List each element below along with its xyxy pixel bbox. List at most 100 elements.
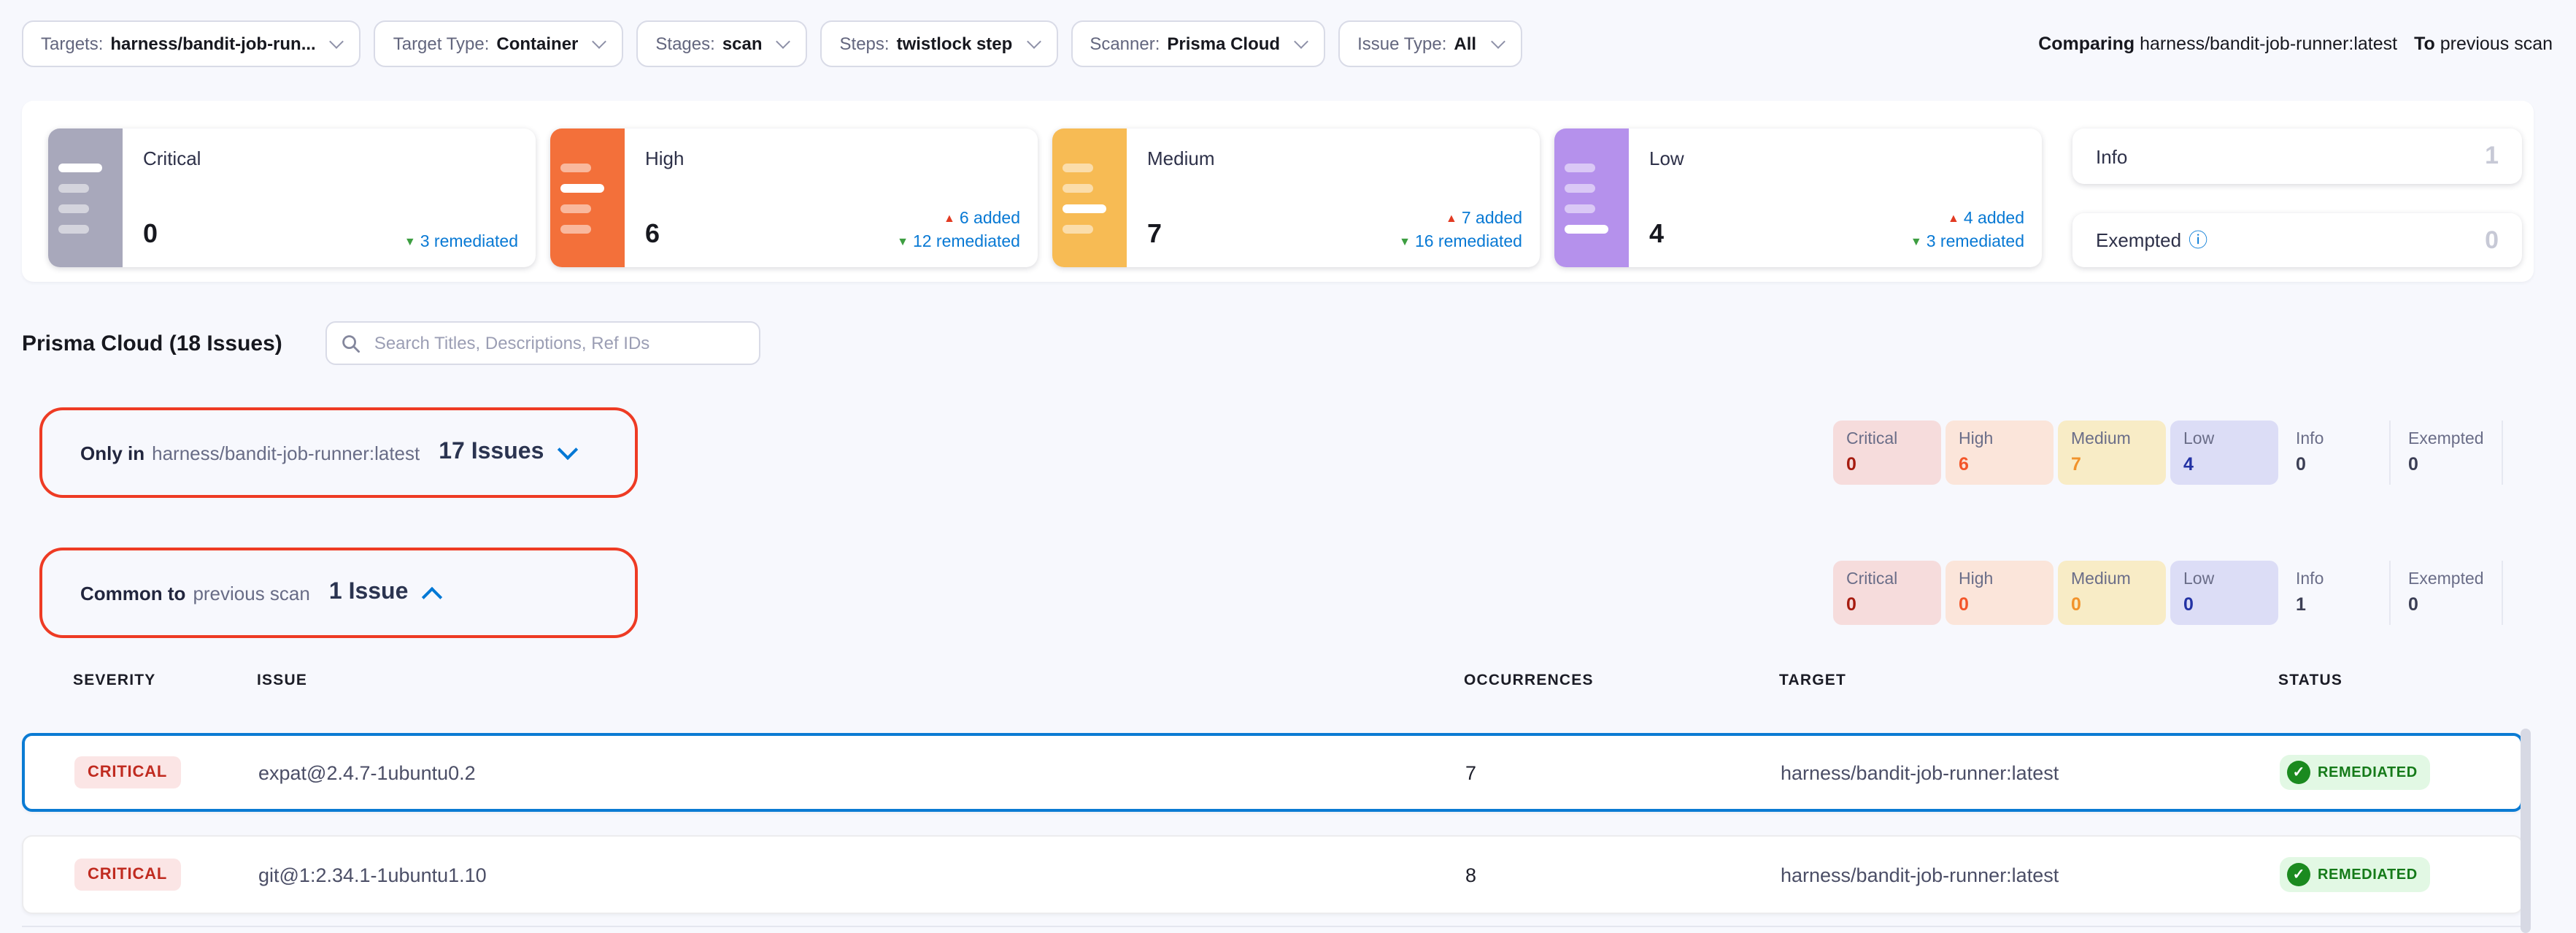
- status-badge: ✓ REMEDIATED: [2280, 755, 2431, 790]
- severity-card-low[interactable]: Low 4 ▲4 added ▼3 remediated: [1554, 128, 2042, 267]
- filter-label: Scanner:: [1090, 34, 1160, 54]
- chip-exempted: Exempted 0: [2395, 561, 2503, 625]
- chevron-down-icon: [1026, 34, 1041, 49]
- filter-targets[interactable]: Targets: harness/bandit-job-run...: [22, 20, 361, 67]
- group-prefix: Only in: [80, 442, 144, 464]
- severity-name: Critical: [143, 147, 515, 169]
- exempted-card[interactable]: Exempted ⓘ 0: [2072, 213, 2522, 267]
- comparing-target: harness/bandit-job-runner:latest: [2140, 34, 2397, 54]
- table-row[interactable]: CRITICAL expat@2.4.7-1ubuntu0.2 7 harnes…: [22, 733, 2523, 812]
- col-occurrences: OCCURRENCES: [1464, 672, 1779, 689]
- chip-critical: Critical 0: [1833, 561, 1941, 625]
- chip-exempted: Exempted 0: [2395, 421, 2503, 485]
- comparing-to-label: To: [2414, 34, 2435, 54]
- severity-card-medium[interactable]: Medium 7 ▲7 added ▼16 remediated: [1052, 128, 1540, 267]
- filter-label: Steps:: [840, 34, 890, 54]
- chip-critical: Critical 0: [1833, 421, 1941, 485]
- caret-down-remediated-icon: ▼: [897, 235, 909, 248]
- comparing-summary: Comparing harness/bandit-job-runner:late…: [2038, 34, 2554, 54]
- caret-down-remediated-icon: ▼: [1910, 235, 1922, 248]
- caret-down-remediated-icon: ▼: [1399, 235, 1411, 248]
- issues-table: CRITICAL expat@2.4.7-1ubuntu0.2 7 harnes…: [22, 733, 2523, 914]
- exempted-label: Exempted: [2096, 229, 2181, 251]
- chip-medium: Medium 7: [2058, 421, 2166, 485]
- added-delta: 4 added: [1964, 210, 2024, 228]
- chevron-down-icon[interactable]: [557, 439, 577, 459]
- caret-down-remediated-icon: ▼: [404, 235, 416, 248]
- filter-label: Stages:: [655, 34, 714, 54]
- col-target: TARGET: [1779, 672, 2278, 689]
- chevron-down-icon: [1294, 34, 1308, 49]
- col-issue: ISSUE: [257, 672, 1464, 689]
- row-divider: [22, 926, 2523, 927]
- target-cell: harness/bandit-job-runner:latest: [1781, 761, 2280, 783]
- table-header: SEVERITY ISSUE OCCURRENCES TARGET STATUS: [73, 672, 2523, 689]
- added-delta: 7 added: [1462, 210, 1522, 228]
- issue-cell: expat@2.4.7-1ubuntu0.2: [258, 761, 1465, 783]
- group-scope: previous scan: [193, 582, 309, 604]
- target-cell: harness/bandit-job-runner:latest: [1781, 864, 2280, 886]
- filter-target-type[interactable]: Target Type: Container: [374, 20, 624, 67]
- comparing-baseline: previous scan: [2440, 34, 2553, 54]
- filter-value: Prisma Cloud: [1167, 34, 1280, 54]
- chevron-up-icon[interactable]: [421, 586, 441, 607]
- issue-cell: git@1:2.34.1-1ubuntu1.10: [258, 864, 1465, 886]
- col-status: STATUS: [2278, 672, 2523, 689]
- chip-medium: Medium 0: [2058, 561, 2166, 625]
- filter-label: Target Type:: [393, 34, 490, 54]
- vertical-scrollbar[interactable]: [2521, 729, 2531, 933]
- severity-summary-panel: Critical 0 ▼3 remediated High 6 ▲6 added…: [22, 101, 2534, 282]
- severity-badge: CRITICAL: [74, 859, 180, 891]
- chip-low: Low 0: [2170, 561, 2278, 625]
- annotation-highlight: Common to previous scan 1 Issue: [39, 548, 638, 638]
- table-row[interactable]: CRITICAL git@1:2.34.1-1ubuntu1.10 8 harn…: [22, 835, 2523, 914]
- status-badge: ✓ REMEDIATED: [2280, 857, 2431, 892]
- info-card[interactable]: Info 1: [2072, 128, 2522, 184]
- chip-low: Low 4: [2170, 421, 2278, 485]
- chip-high: High 6: [1946, 421, 2054, 485]
- severity-count: 7: [1147, 219, 1162, 250]
- annotation-highlight: Only in harness/bandit-job-runner:latest…: [39, 407, 638, 498]
- severity-name: Medium: [1147, 147, 1519, 169]
- filter-bar: Targets: harness/bandit-job-run... Targe…: [0, 0, 2576, 67]
- check-icon: ✓: [2287, 761, 2310, 784]
- severity-count: 4: [1649, 219, 1664, 250]
- severity-count: 0: [143, 219, 158, 250]
- severity-gauge-icon: [550, 128, 625, 267]
- filter-label: Issue Type:: [1357, 34, 1446, 54]
- group-count[interactable]: 17 Issues: [439, 439, 544, 466]
- chip-high: High 0: [1946, 561, 2054, 625]
- exempted-count: 0: [2485, 226, 2499, 255]
- scan-results-page: Targets: harness/bandit-job-run... Targe…: [0, 0, 2576, 930]
- search-box[interactable]: [326, 321, 761, 365]
- caret-up-added-icon: ▲: [1948, 212, 1959, 225]
- severity-card-critical[interactable]: Critical 0 ▼ 3 remediated: [48, 128, 536, 267]
- group-prefix: Common to: [80, 582, 185, 604]
- occurrences-cell: 8: [1465, 864, 1781, 886]
- remediated-delta: 3 remediated: [420, 234, 518, 251]
- added-delta: 6 added: [960, 210, 1020, 228]
- info-count: 1: [2485, 142, 2499, 171]
- filter-value: scan: [722, 34, 763, 54]
- search-icon: [342, 334, 361, 353]
- group-count[interactable]: 1 Issue: [329, 580, 409, 606]
- search-input[interactable]: [371, 331, 745, 355]
- filter-value: harness/bandit-job-run...: [110, 34, 315, 54]
- col-severity: SEVERITY: [73, 672, 257, 689]
- filters: Targets: harness/bandit-job-run... Targe…: [22, 20, 1522, 67]
- filter-scanner[interactable]: Scanner: Prisma Cloud: [1071, 20, 1325, 67]
- check-icon: ✓: [2287, 863, 2310, 886]
- group-common-to: Common to previous scan 1 Issue Critical…: [0, 548, 2576, 638]
- filter-value: Container: [496, 34, 578, 54]
- info-icon[interactable]: ⓘ: [2189, 231, 2207, 250]
- filter-issue-type[interactable]: Issue Type: All: [1338, 20, 1522, 67]
- info-label: Info: [2096, 145, 2127, 167]
- group-scope: harness/bandit-job-runner:latest: [152, 442, 420, 464]
- remediated-delta: 12 remediated: [913, 234, 1020, 251]
- severity-count: 6: [645, 219, 660, 250]
- filter-steps[interactable]: Steps: twistlock step: [821, 20, 1058, 67]
- filter-value: All: [1454, 34, 1476, 54]
- severity-gauge-icon: [48, 128, 123, 267]
- filter-stages[interactable]: Stages: scan: [636, 20, 807, 67]
- severity-card-high[interactable]: High 6 ▲6 added ▼12 remediated: [550, 128, 1038, 267]
